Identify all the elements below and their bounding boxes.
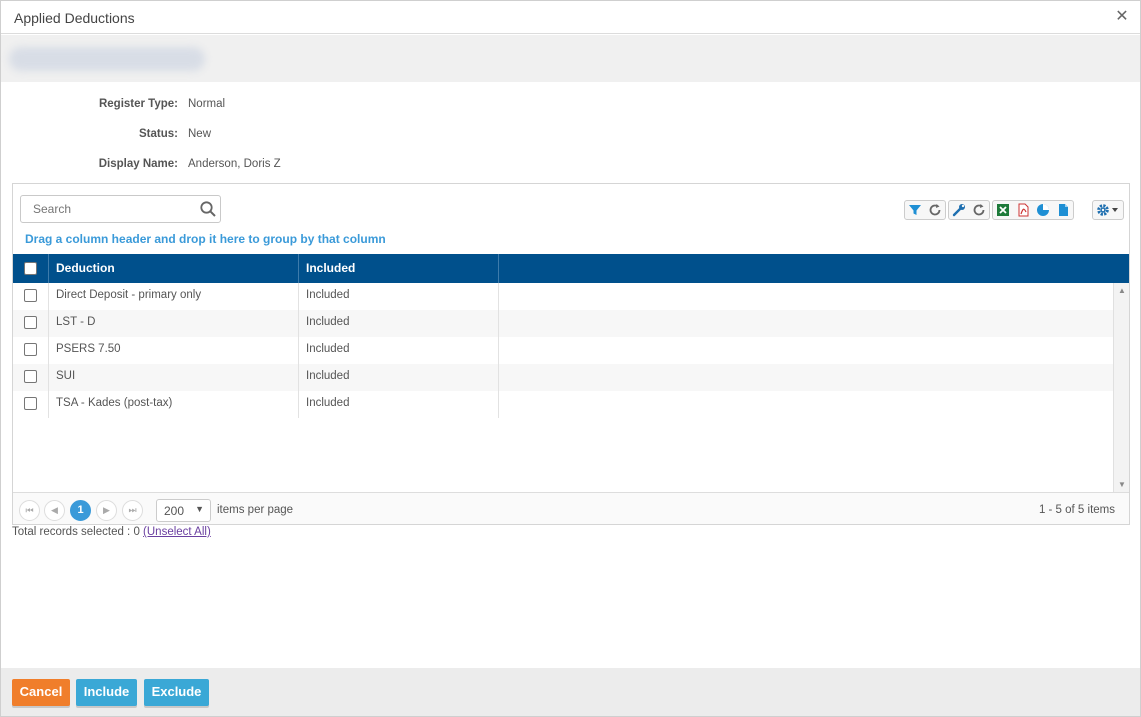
register-type-row: Register Type: Normal <box>1 98 401 114</box>
vertical-scrollbar[interactable]: ▲ ▼ <box>1113 283 1129 492</box>
chart-icon[interactable] <box>1033 201 1053 219</box>
grid-options-toolbar <box>1092 200 1124 220</box>
search-box <box>20 195 221 223</box>
column-header-included[interactable]: Included <box>299 254 499 283</box>
chevron-down-icon: ▼ <box>195 504 204 514</box>
deduction-cell: TSA - Kades (post-tax) <box>56 397 173 409</box>
applied-deductions-dialog: Applied Deductions ✕ Register Type: Norm… <box>0 0 1141 717</box>
filter-icon[interactable] <box>905 201 925 219</box>
close-icon[interactable]: ✕ <box>1114 9 1130 25</box>
search-input[interactable] <box>25 199 195 219</box>
pdf-export-icon[interactable] <box>1013 201 1033 219</box>
row-checkbox[interactable] <box>24 397 37 410</box>
register-type-value: Normal <box>188 98 226 110</box>
table-row[interactable]: SUI Included <box>13 364 1113 391</box>
last-page-icon[interactable]: ⏭ <box>122 500 143 521</box>
include-button[interactable]: Include <box>76 679 137 706</box>
next-page-icon[interactable]: ▶ <box>96 500 117 521</box>
included-cell: Included <box>306 289 350 301</box>
select-all-checkbox[interactable] <box>24 262 37 275</box>
included-cell: Included <box>306 343 350 355</box>
total-selected-text: Total records selected : 0 <box>12 526 140 538</box>
deduction-cell: Direct Deposit - primary only <box>56 289 202 301</box>
row-checkbox[interactable] <box>24 289 37 302</box>
deduction-cell: SUI <box>56 370 76 382</box>
dialog-footer: Cancel Include Exclude <box>1 668 1140 716</box>
page-size-value: 200 <box>164 504 185 518</box>
table-row[interactable]: TSA - Kades (post-tax) Included <box>13 391 1113 418</box>
reset-settings-icon[interactable] <box>969 201 989 219</box>
reset-filter-icon[interactable] <box>925 201 945 219</box>
table-row[interactable]: LST - D Included <box>13 310 1113 337</box>
status-value: New <box>188 128 212 140</box>
row-checkbox[interactable] <box>24 370 37 383</box>
scroll-up-icon[interactable]: ▲ <box>1118 286 1126 295</box>
group-by-hint[interactable]: Drag a column header and drop it here to… <box>25 232 386 246</box>
column-header-deduction[interactable]: Deduction <box>49 254 299 283</box>
status-row: Status: New <box>1 128 401 144</box>
items-count: 1 - 5 of 5 items <box>1038 504 1115 516</box>
grid-body: Direct Deposit - primary only Included L… <box>13 283 1113 492</box>
export-toolbar <box>992 200 1074 220</box>
first-page-icon[interactable]: ⏮ <box>19 500 40 521</box>
header-scroll-stub <box>1113 254 1129 283</box>
dialog-title: Applied Deductions <box>14 10 135 26</box>
table-row[interactable]: PSERS 7.50 Included <box>13 337 1113 364</box>
search-icon[interactable] <box>199 200 217 218</box>
items-per-page-label: items per page <box>217 504 294 516</box>
table-row[interactable]: Direct Deposit - primary only Included <box>13 283 1113 310</box>
deductions-grid: Drag a column header and drop it here to… <box>12 183 1130 525</box>
excel-export-icon[interactable] <box>993 201 1013 219</box>
grid-pager: ⏮ ◀ 1 ▶ ⏭ 200 ▼ items per page 1 - 5 of … <box>13 492 1129 524</box>
document-icon[interactable] <box>1053 201 1073 219</box>
filter-toolbar <box>904 200 946 220</box>
dialog-titlebar: Applied Deductions ✕ <box>1 1 1140 34</box>
column-header-filler <box>499 254 1113 283</box>
row-checkbox[interactable] <box>24 343 37 356</box>
prev-page-icon[interactable]: ◀ <box>44 500 65 521</box>
total-selected: Total records selected : 0 (Unselect All… <box>12 526 211 538</box>
deduction-cell: PSERS 7.50 <box>56 343 121 355</box>
register-type-label: Register Type: <box>98 98 178 110</box>
wrench-icon[interactable] <box>949 201 969 219</box>
settings-toolbar <box>948 200 990 220</box>
row-checkbox[interactable] <box>24 316 37 329</box>
included-cell: Included <box>306 397 350 409</box>
unselect-all-link[interactable]: (Unselect All) <box>143 526 211 538</box>
deduction-cell: LST - D <box>56 316 96 328</box>
included-cell: Included <box>306 316 350 328</box>
page-number-button[interactable]: 1 <box>70 500 91 521</box>
cancel-button[interactable]: Cancel <box>12 679 70 706</box>
gear-icon[interactable] <box>1093 201 1123 219</box>
exclude-button[interactable]: Exclude <box>144 679 209 706</box>
select-all-cell <box>13 254 49 283</box>
included-cell: Included <box>306 370 350 382</box>
page-size-select[interactable]: 200 ▼ <box>156 499 211 522</box>
display-name-row: Display Name: Anderson, Doris Z <box>1 158 401 174</box>
status-label: Status: <box>139 128 178 140</box>
redacted-employee-name <box>9 47 205 71</box>
employee-name-banner <box>1 35 1140 82</box>
scroll-down-icon[interactable]: ▼ <box>1118 480 1126 489</box>
display-name-value: Anderson, Doris Z <box>188 158 281 170</box>
grid-header: Deduction Included <box>13 254 1113 283</box>
display-name-label: Display Name: <box>98 158 178 170</box>
